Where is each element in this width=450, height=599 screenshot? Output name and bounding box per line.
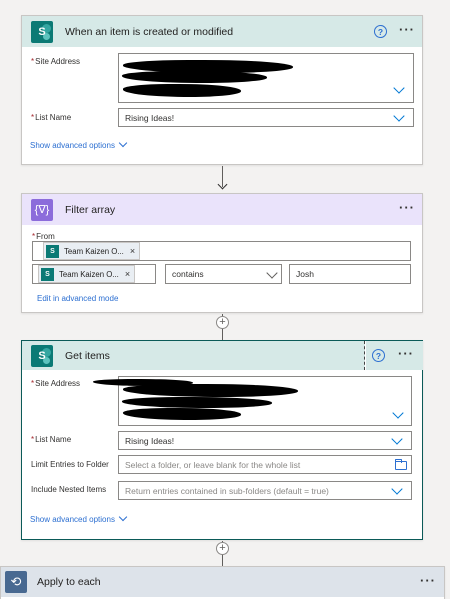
site-address-label: *Site Address <box>31 57 81 66</box>
redacted-text <box>122 71 267 83</box>
list-name-label: *List Name <box>31 435 72 444</box>
condition-left-field[interactable]: S Team Kaizen O... × <box>32 264 156 284</box>
loop-icon: ⟲ <box>5 571 27 593</box>
filter-array-card: {∇} Filter array ··· *From S Team Kaizen… <box>21 193 423 313</box>
apply-to-each-header[interactable]: ⟲ Apply to each ··· <box>1 567 444 597</box>
sharepoint-icon: S <box>46 244 59 258</box>
filter-title: Filter array <box>65 203 116 216</box>
include-nested-dropdown[interactable]: Return entries contained in sub-folders … <box>118 481 412 500</box>
sharepoint-icon: S <box>31 20 53 43</box>
redacted-text <box>123 384 298 397</box>
chevron-down-icon[interactable] <box>118 512 128 522</box>
remove-token-icon[interactable]: × <box>125 269 130 279</box>
dynamic-content-token[interactable]: S Team Kaizen O... × <box>43 242 141 260</box>
operator-value: contains <box>172 269 204 279</box>
redacted-text <box>123 408 241 420</box>
redacted-text <box>123 84 241 97</box>
show-advanced-options-link[interactable]: Show advanced options <box>30 141 115 150</box>
site-address-field[interactable] <box>93 376 412 426</box>
token-label: Team Kaizen O... <box>64 246 124 256</box>
chevron-down-icon[interactable] <box>118 138 128 148</box>
show-advanced-options-link[interactable]: Show advanced options <box>30 515 115 524</box>
chevron-down-icon[interactable] <box>392 407 404 419</box>
edit-advanced-mode-link[interactable]: Edit in advanced mode <box>37 294 118 303</box>
remove-token-icon[interactable]: × <box>130 246 135 256</box>
site-address-label: *Site Address <box>31 379 81 388</box>
more-options-icon[interactable]: ··· <box>420 573 436 588</box>
limit-entries-field[interactable]: Select a folder, or leave blank for the … <box>118 455 412 474</box>
help-icon[interactable]: ? <box>372 349 385 362</box>
operator-dropdown[interactable]: contains <box>165 264 282 284</box>
help-icon[interactable]: ? <box>374 25 387 38</box>
list-name-dropdown[interactable]: Rising Ideas! <box>118 431 412 450</box>
list-name-label: *List Name <box>31 113 72 122</box>
more-options-icon[interactable]: ··· <box>398 346 414 361</box>
trigger-title: When an item is created or modified <box>65 25 234 38</box>
chevron-down-icon <box>391 483 403 495</box>
dynamic-content-token[interactable]: S Team Kaizen O... × <box>38 265 136 283</box>
from-label: *From <box>32 232 55 241</box>
get-items-card: S Get items ? ··· *Site Address *List Na… <box>21 340 423 540</box>
more-options-icon[interactable]: ··· <box>399 22 415 37</box>
chevron-down-icon <box>266 267 278 279</box>
condition-value: Josh <box>296 269 314 279</box>
include-nested-placeholder: Return entries contained in sub-folders … <box>125 485 329 496</box>
from-field[interactable]: S Team Kaizen O... × <box>32 241 411 261</box>
trigger-card: S When an item is created or modified ? … <box>21 15 423 165</box>
list-name-value: Rising Ideas! <box>125 112 175 123</box>
apply-to-each-title: Apply to each <box>37 576 101 588</box>
site-address-field[interactable] <box>118 53 414 103</box>
list-name-value: Rising Ideas! <box>125 435 175 446</box>
sharepoint-icon: S <box>41 267 54 281</box>
chevron-down-icon <box>391 433 403 445</box>
filter-array-icon: {∇} <box>31 198 53 221</box>
limit-entries-placeholder: Select a folder, or leave blank for the … <box>125 459 301 470</box>
add-step-icon[interactable]: + <box>216 542 229 555</box>
flow-designer-canvas: S When an item is created or modified ? … <box>0 0 450 599</box>
add-step-icon[interactable]: + <box>216 316 229 329</box>
chevron-down-icon <box>393 110 405 122</box>
chevron-down-icon[interactable] <box>393 82 405 94</box>
more-options-icon[interactable]: ··· <box>399 200 415 215</box>
token-label: Team Kaizen O... <box>59 269 119 279</box>
limit-entries-label: Limit Entries to Folder <box>31 460 109 469</box>
condition-value-field[interactable]: Josh <box>289 264 411 284</box>
get-items-title: Get items <box>65 349 110 362</box>
folder-icon[interactable] <box>395 459 407 470</box>
apply-to-each-card: ⟲ Apply to each ··· <box>0 566 445 599</box>
list-name-dropdown[interactable]: Rising Ideas! <box>118 108 414 127</box>
sharepoint-icon: S <box>31 344 53 367</box>
trigger-card-header[interactable]: S When an item is created or modified ? … <box>22 16 422 47</box>
get-items-card-header[interactable]: S Get items <box>22 341 365 370</box>
connector-arrow-icon <box>217 179 228 190</box>
filter-card-header[interactable]: {∇} Filter array ··· <box>22 194 422 225</box>
include-nested-label: Include Nested Items <box>31 485 107 494</box>
redacted-text <box>122 397 272 408</box>
